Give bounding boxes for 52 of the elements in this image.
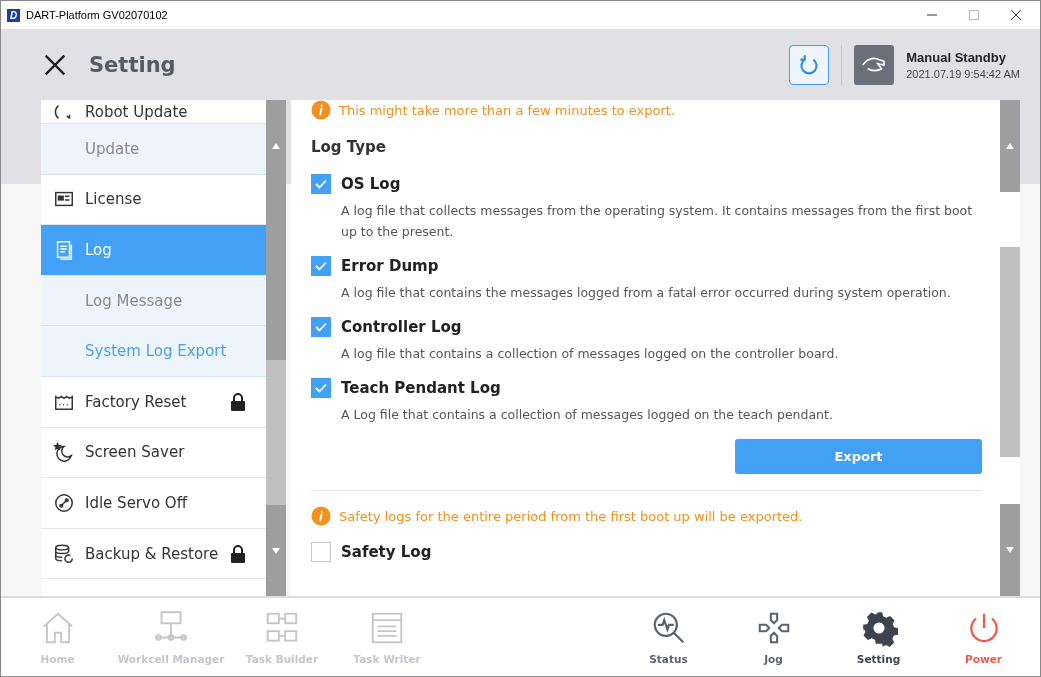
checkbox[interactable]: [311, 317, 331, 337]
date-time: 2021.07.19 9:54:42 AM: [906, 67, 1020, 80]
checkbox[interactable]: [311, 174, 331, 194]
checkbox[interactable]: [311, 256, 331, 276]
down-arrow-icon: [272, 548, 280, 554]
sidebar-item[interactable]: System Log Export: [41, 326, 266, 377]
maximize-icon: [969, 10, 979, 20]
lock-icon: [230, 544, 246, 563]
check-icon: [314, 320, 328, 334]
moon-star-icon: [53, 441, 75, 464]
down-arrow-icon: [1006, 547, 1014, 553]
description-text: A log file that contains the messages logged from a fatal error occurred during system operation.: [341, 284, 952, 302]
window-title: DART-Platform GV02070102: [26, 9, 169, 21]
nav-button[interactable]: Status: [616, 602, 721, 672]
scrollbar[interactable]: [266, 100, 286, 596]
nav-button[interactable]: Jog: [721, 602, 826, 672]
checkbox[interactable]: [311, 542, 331, 562]
app-logo: D: [7, 8, 20, 22]
notice-text: Safety logs for the entire period from the first boot up will be exported.: [339, 508, 803, 524]
checkbox[interactable]: [311, 378, 331, 398]
description-text: A log file that collects messages from the operating system. It contains messages from the first boot up to the present.: [341, 202, 974, 241]
scrollbar-thumb[interactable]: [1000, 247, 1020, 457]
lock-icon: [230, 392, 246, 411]
close-icon: [1011, 10, 1021, 20]
checkbox-label: Teach Pendant Log: [341, 379, 501, 397]
checkbox-label: Controller Log: [341, 318, 462, 336]
scrollbar[interactable]: [1000, 100, 1020, 596]
up-arrow-icon: [1006, 143, 1014, 149]
info-icon: [311, 506, 331, 526]
description-text: A log file that contains a collection of messages logged on the controller board.: [341, 345, 840, 363]
check-icon: [314, 381, 328, 395]
notice-text: This might take more than a few minutes to export.: [339, 102, 676, 118]
export-button[interactable]: Export: [735, 439, 982, 474]
sidebar-item[interactable]: Log: [41, 225, 266, 276]
checkbox-label: OS Log: [341, 175, 401, 193]
checkbox-label: Safety Log: [341, 543, 432, 561]
checkbox-label: Error Dump: [341, 257, 439, 275]
sidebar-item[interactable]: Log Message: [41, 275, 266, 327]
page-title: Setting: [89, 52, 177, 77]
nav-button[interactable]: Setting: [826, 602, 931, 672]
robot-status: Manual Standby: [906, 49, 1007, 65]
section-title: Log Type: [311, 138, 387, 156]
check-icon: [314, 177, 328, 191]
check-icon: [314, 259, 328, 273]
scrollbar-thumb[interactable]: [266, 360, 286, 505]
database-icon: [53, 542, 75, 565]
description-text: A Log file that contains a collection of messages logged on the teach pendant.: [341, 406, 834, 424]
refresh-button[interactable]: [789, 44, 830, 85]
sidebar-item[interactable]: Update: [41, 124, 266, 175]
up-arrow-icon: [272, 143, 280, 149]
nav-button[interactable]: Power: [931, 602, 1036, 672]
servo-icon: [53, 491, 75, 514]
